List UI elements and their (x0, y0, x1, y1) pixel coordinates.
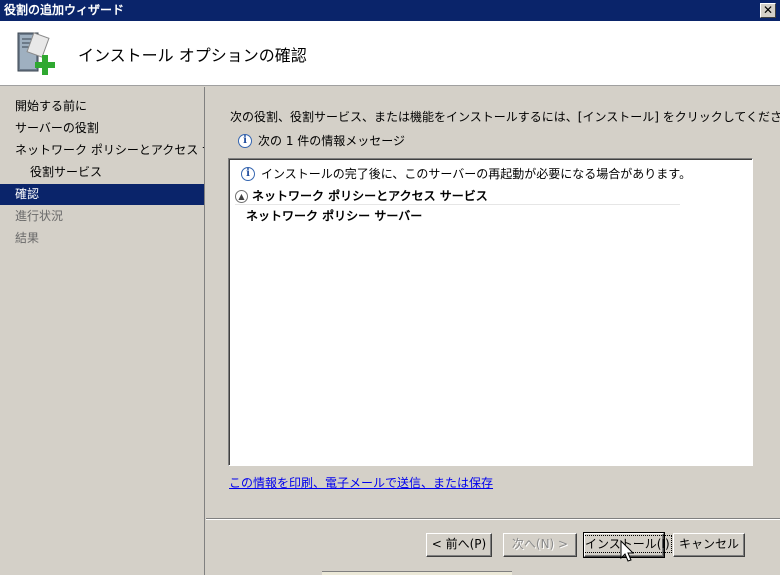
next-button: 次へ(N) > (503, 533, 577, 557)
info-icon: i (238, 133, 252, 148)
sidebar-item-before-you-begin[interactable]: 開始する前に (0, 96, 204, 117)
sidebar-item-progress: 進行状況 (15, 209, 64, 223)
page-title: インストール オプションの確認 (78, 46, 307, 65)
wizard-content: 次の役割、役割サービス、または機能をインストールするには、[インストール] をク… (206, 87, 780, 575)
cancel-button-label: キャンセル (678, 537, 739, 551)
collapse-icon[interactable]: ▲ (235, 190, 248, 203)
info-icon: i (241, 166, 255, 181)
instruction-text: 次の役割、役割サービス、または機能をインストールするには、[インストール] をク… (230, 110, 780, 124)
print-email-save-link[interactable]: この情報を印刷、電子メールで送信、または保存 (229, 474, 493, 491)
message-count-row: i 次の 1 件の情報メッセージ (238, 132, 405, 149)
mouse-pointer-icon (620, 540, 635, 562)
prev-button[interactable]: < 前へ(P) (426, 533, 492, 557)
confirmation-panel[interactable]: i インストールの完了後に、このサーバーの再起動が必要になる場合があります。 ▲ ネ… (228, 158, 753, 466)
close-button[interactable]: ✕ (760, 3, 776, 18)
close-icon: ✕ (762, 3, 774, 17)
taskbar-edge (322, 571, 512, 575)
section-header[interactable]: ▲ ネットワーク ポリシーとアクセス サービス (235, 187, 680, 205)
message-count-text: 次の 1 件の情報メッセージ (258, 134, 406, 148)
sidebar-item-npas[interactable]: ネットワーク ポリシーとアクセス サービ... (0, 140, 204, 161)
section-item: ネットワーク ポリシー サーバー (246, 209, 423, 223)
prev-button-label: < 前へ(P) (431, 537, 487, 551)
cancel-button[interactable]: キャンセル (673, 533, 745, 557)
sidebar-item-role-services[interactable]: 役割サービス (0, 162, 204, 183)
sidebar-item-results: 結果 (15, 231, 40, 245)
wizard-sidebar: 開始する前に サーバーの役割 ネットワーク ポリシーとアクセス サービ... 役… (0, 87, 205, 575)
window-title: 役割の追加ウィザード (4, 3, 125, 17)
server-add-role-icon (17, 32, 55, 75)
wizard-header: インストール オプションの確認 (0, 21, 780, 86)
restart-message-text: インストールの完了後に、このサーバーの再起動が必要になる場合があります。 (261, 167, 692, 181)
restart-message: i インストールの完了後に、このサーバーの再起動が必要になる場合があります。 (241, 165, 691, 182)
footer-divider (206, 518, 780, 520)
next-button-label: 次へ(N) > (511, 537, 569, 551)
sidebar-item-confirmation[interactable]: 確認 (0, 184, 204, 205)
section-title: ネットワーク ポリシーとアクセス サービス (252, 189, 488, 203)
sidebar-item-server-roles[interactable]: サーバーの役割 (0, 118, 204, 139)
window-titlebar: 役割の追加ウィザード ✕ (0, 0, 780, 21)
